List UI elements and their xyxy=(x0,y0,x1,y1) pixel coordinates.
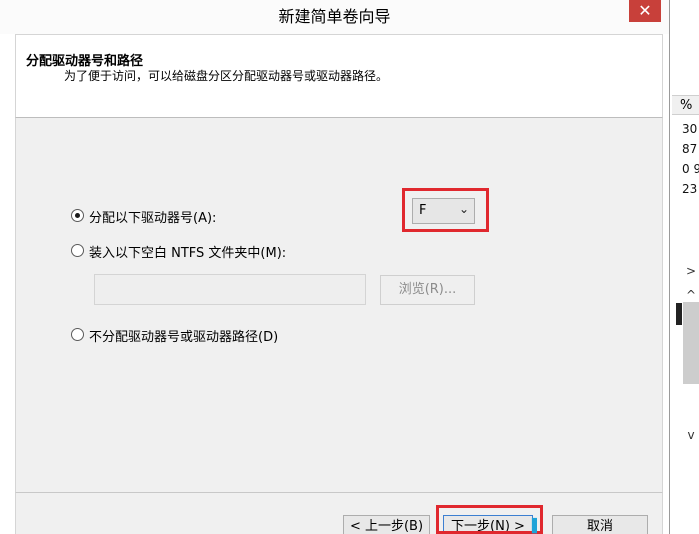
cancel-button[interactable]: 取消 xyxy=(552,515,648,534)
background-disk-bar xyxy=(676,303,682,325)
no-assign-radio[interactable] xyxy=(71,328,84,341)
background-cell: 30 xyxy=(682,122,698,136)
browse-button[interactable]: 浏览(R)... xyxy=(380,275,475,305)
title-bar: 新建简单卷向导 xyxy=(0,0,669,34)
assign-letter-radio[interactable] xyxy=(71,209,84,222)
highlight-box xyxy=(402,188,489,232)
cursor-icon: ▌ xyxy=(532,519,542,534)
highlight-box xyxy=(436,505,543,534)
close-button[interactable]: ✕ xyxy=(629,0,661,22)
page-description: 为了便于访问，可以给磁盘分区分配驱动器号或驱动器路径。 xyxy=(64,69,389,83)
mount-folder-radio[interactable] xyxy=(71,244,84,257)
background-cell: 23 xyxy=(682,182,698,196)
background-cell: 0 9 xyxy=(682,162,699,176)
assign-letter-label[interactable]: 分配以下驱动器号(A): xyxy=(89,207,216,226)
background-cell: 87 xyxy=(682,142,698,156)
no-assign-label[interactable]: 不分配驱动器号或驱动器路径(D) xyxy=(89,326,278,345)
content-panel xyxy=(15,117,663,493)
back-button[interactable]: < 上一步(B) xyxy=(343,515,430,534)
folder-path-input[interactable] xyxy=(94,274,366,305)
window-title: 新建简单卷向导 xyxy=(278,7,391,26)
scroll-up-icon[interactable]: ^ xyxy=(683,287,699,303)
scroll-right-icon[interactable]: > xyxy=(683,263,699,279)
scroll-down-icon[interactable]: v xyxy=(683,427,699,443)
scrollbar-thumb[interactable] xyxy=(683,302,699,384)
background-column-header: % xyxy=(672,95,699,115)
wizard-dialog: 新建简单卷向导 ✕ 分配驱动器号和路径 为了便于访问，可以给磁盘分区分配驱动器号… xyxy=(0,0,670,534)
mount-folder-label[interactable]: 装入以下空白 NTFS 文件夹中(M): xyxy=(89,242,286,261)
